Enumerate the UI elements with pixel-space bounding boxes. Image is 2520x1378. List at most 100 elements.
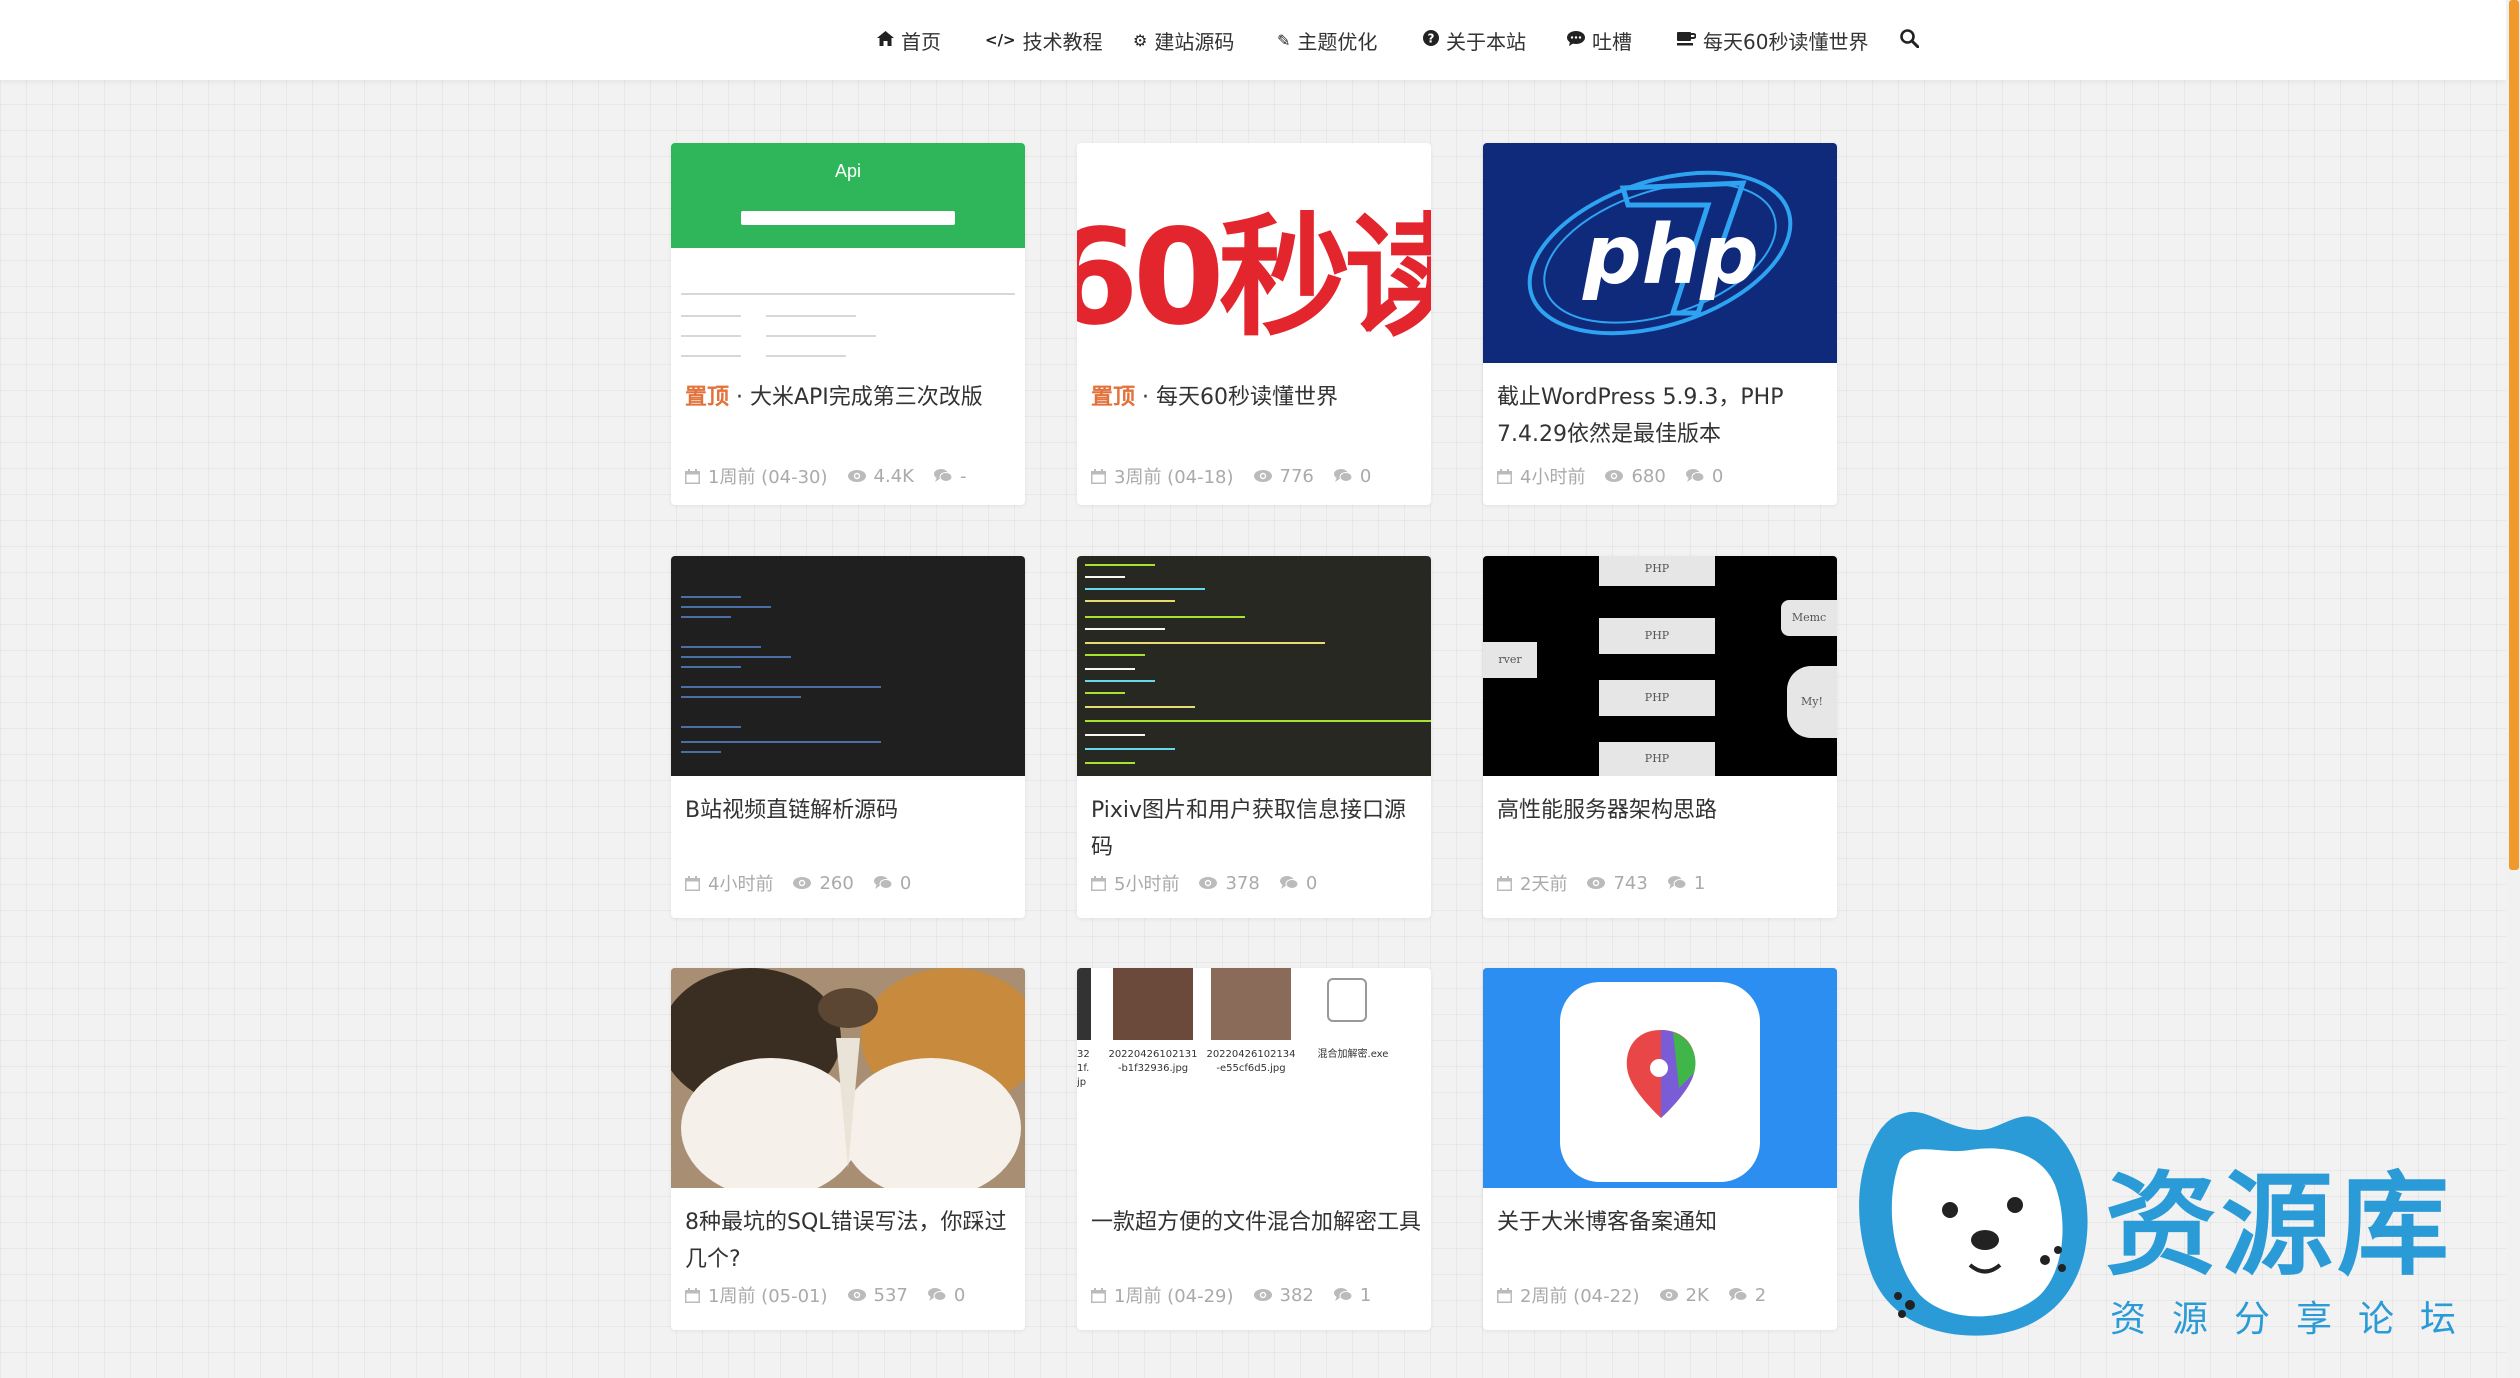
nav-item-about[interactable]: ? 关于本站 [1423, 0, 1526, 80]
post-meta: 4小时前 260 0 [685, 870, 931, 896]
post-thumbnail[interactable]: php [1483, 143, 1837, 363]
nav-item-theme[interactable]: ✎ 主题优化 [1277, 0, 1377, 80]
post-thumbnail[interactable] [671, 968, 1025, 1188]
post-views: 382 [1279, 1284, 1314, 1306]
thumb-line [766, 315, 856, 317]
code-screenshot-art [681, 596, 881, 753]
post-comments: 1 [1359, 1284, 1372, 1306]
comments-icon [927, 1288, 946, 1301]
arch-box: rver [1483, 642, 1537, 678]
nav-label: 主题优化 [1297, 29, 1378, 54]
post-title[interactable]: 8种最坑的SQL错误写法，你踩过几个? [685, 1204, 1015, 1278]
nav-item-rant[interactable]: 吐槽 [1567, 0, 1632, 80]
calendar-icon [1497, 468, 1512, 484]
eye-icon [1253, 470, 1272, 482]
post-comments: 0 [1305, 872, 1318, 894]
sticky-badge: 置顶 [685, 385, 730, 410]
nav-label: 建站源码 [1154, 29, 1235, 54]
post-comments: 2 [1754, 1284, 1767, 1306]
nav-item-home[interactable]: 首页 [877, 0, 941, 80]
post-thumbnail[interactable] [1077, 556, 1431, 776]
comments-icon [1333, 1288, 1352, 1301]
comments-icon [873, 876, 892, 889]
eye-icon [1605, 470, 1624, 482]
post-date: 2天前 [1520, 874, 1568, 895]
comments-icon [933, 469, 952, 482]
post-title[interactable]: 置顶 · 每天60秒读懂世界 [1091, 379, 1421, 416]
post-title-text: 关于大米博客备案通知 [1497, 1210, 1718, 1235]
watermark-title: 资源库 [2105, 1161, 2453, 1291]
eye-icon [793, 877, 812, 889]
scrollbar-thumb[interactable] [2509, 0, 2519, 870]
post-thumbnail[interactable] [1483, 968, 1837, 1188]
post-comments: 0 [899, 872, 912, 894]
nav-item-60s-news[interactable]: 每天60秒读懂世界 [1677, 0, 1868, 80]
comments-icon [1279, 876, 1298, 889]
post-thumbnail[interactable] [671, 556, 1025, 776]
post-thumbnail[interactable]: 60秒读 [1077, 143, 1431, 363]
home-icon [877, 30, 894, 50]
thumb-big-text: 60秒读 [1077, 201, 1431, 355]
comments-icon [1685, 469, 1704, 482]
post-card[interactable]: PHP PHP PHP PHP Memc My! rver 高性能服务器架构思路… [1483, 556, 1837, 918]
calendar-icon [1497, 1287, 1512, 1303]
arch-box: My! [1787, 666, 1837, 738]
comments-icon [1333, 469, 1352, 482]
post-title[interactable]: 高性能服务器架构思路 [1497, 792, 1827, 829]
post-card[interactable]: Api 置顶 · 大米API完成第三次改版 1周前 (04-30) 4.4K - [671, 143, 1025, 505]
post-comments: 0 [1359, 465, 1372, 487]
post-meta: 5小时前 378 0 [1091, 870, 1337, 896]
code-screenshot-art [1085, 564, 1431, 764]
post-card[interactable]: 321f.jp 20220426102131-b1f32936.jpg 2022… [1077, 968, 1431, 1330]
post-meta: 4小时前 680 0 [1497, 463, 1743, 489]
search-button[interactable] [1900, 0, 1920, 80]
watermark-tagline: 资源分享论坛 [2110, 1299, 2483, 1340]
thumb-line [681, 355, 741, 357]
calendar-icon [1091, 468, 1106, 484]
file-thumb [1077, 968, 1091, 1040]
calendar-icon [1497, 875, 1512, 891]
post-card[interactable]: 60秒读 置顶 · 每天60秒读懂世界 3周前 (04-18) 776 0 [1077, 143, 1431, 505]
arch-box: PHP [1599, 742, 1715, 776]
nav-label: 吐槽 [1592, 29, 1632, 54]
post-title-text: 高性能服务器架构思路 [1497, 798, 1718, 823]
post-title[interactable]: Pixiv图片和用户获取信息接口源码 [1091, 792, 1421, 866]
post-title[interactable]: B站视频直链解析源码 [685, 792, 1015, 829]
nav-item-tutorials[interactable]: </> 技术教程 [985, 0, 1103, 80]
pencil-icon: ✎ [1277, 30, 1291, 50]
post-thumbnail[interactable]: PHP PHP PHP PHP Memc My! rver [1483, 556, 1837, 776]
code-icon: </> [985, 31, 1016, 49]
post-views: 537 [873, 1284, 908, 1306]
post-card[interactable]: 8种最坑的SQL错误写法，你踩过几个? 1周前 (05-01) 537 0 [671, 968, 1025, 1330]
post-views: 776 [1279, 465, 1314, 487]
post-comments: 1 [1693, 872, 1706, 894]
eye-icon [847, 1289, 866, 1301]
thumb-line [681, 335, 741, 337]
post-date: 1周前 (04-30) [708, 467, 828, 488]
post-card[interactable]: 关于大米博客备案通知 2周前 (04-22) 2K 2 [1483, 968, 1837, 1330]
eye-icon [1587, 877, 1606, 889]
post-views: 4.4K [873, 465, 914, 487]
post-date: 5小时前 [1114, 874, 1180, 895]
eye-icon [847, 470, 866, 482]
nav-item-source-code[interactable]: ⚙ 建站源码 [1133, 0, 1234, 80]
post-card[interactable]: php 截止WordPress 5.9.3，PHP 7.4.29依然是最佳版本 … [1483, 143, 1837, 505]
post-date: 1周前 (05-01) [708, 1286, 828, 1307]
post-views: 2K [1685, 1284, 1709, 1306]
post-thumbnail[interactable]: Api [671, 143, 1025, 363]
post-card[interactable]: Pixiv图片和用户获取信息接口源码 5小时前 378 0 [1077, 556, 1431, 918]
eye-icon [1199, 877, 1218, 889]
post-card[interactable]: B站视频直链解析源码 4小时前 260 0 [671, 556, 1025, 918]
post-title-text: 截止WordPress 5.9.3，PHP 7.4.29依然是最佳版本 [1497, 385, 1784, 447]
page-scrollbar[interactable] [2506, 0, 2520, 1378]
cat-photo-art [671, 968, 1025, 1188]
post-title[interactable]: 关于大米博客备案通知 [1497, 1204, 1827, 1241]
post-title[interactable]: 置顶 · 大米API完成第三次改版 [685, 379, 1015, 416]
post-title[interactable]: 截止WordPress 5.9.3，PHP 7.4.29依然是最佳版本 [1497, 379, 1827, 453]
map-app-icon-art [1483, 968, 1837, 1188]
php-logo-text: php [1582, 208, 1759, 303]
post-thumbnail[interactable]: 321f.jp 20220426102131-b1f32936.jpg 2022… [1077, 968, 1431, 1188]
post-title[interactable]: 一款超方便的文件混合加解密工具 [1091, 1204, 1421, 1241]
nav-label: 技术教程 [1022, 29, 1103, 54]
nav-label: 每天60秒读懂世界 [1703, 29, 1869, 54]
